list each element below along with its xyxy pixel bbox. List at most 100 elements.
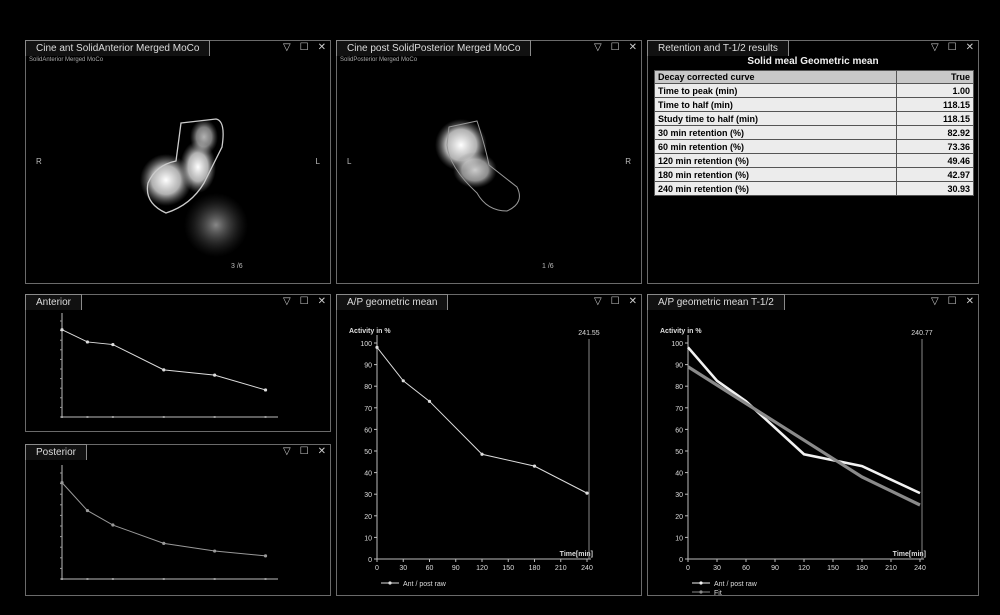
ap-t12-tab[interactable]: A/P geometric mean T-1/2 [647,294,785,310]
data-point [162,541,166,545]
y-tick-label: 50 [675,449,683,456]
data-point [60,481,64,485]
series-line [687,346,921,495]
maximize-icon[interactable]: ☐ [300,446,309,458]
maximize-icon[interactable]: ☐ [611,42,620,54]
row-value: 1.00 [896,83,974,98]
posterior-tab[interactable]: Posterior [25,444,88,460]
data-point [401,379,405,383]
x-tick-label: 120 [798,565,810,572]
row-label: 30 min retention (%) [653,125,898,140]
maximize-icon[interactable]: ☐ [300,42,309,54]
y-axis-label: Activity in % [660,328,702,335]
close-icon[interactable]: ✕ [966,296,974,308]
dropdown-arrow-icon[interactable]: ▽ [283,446,291,458]
y-tick-label: 20 [364,514,372,521]
close-icon[interactable]: ✕ [318,42,326,54]
data-point [111,342,115,347]
close-icon[interactable]: ✕ [629,296,637,308]
y-tick-label: 20 [675,514,683,521]
results-tab[interactable]: Retention and T-1/2 results [647,40,789,56]
anterior-chart[interactable] [26,309,330,431]
time-cursor-label: 241.55 [578,330,600,337]
anterior-tab[interactable]: Anterior [25,294,83,310]
table-row: 30 min retention (%) 82.92 [653,125,974,140]
close-icon[interactable]: ✕ [629,42,637,54]
results-title: Retention and T-1/2 results [658,43,778,54]
dropdown-arrow-icon[interactable]: ▽ [594,296,602,308]
x-tick-label: 60 [426,565,434,572]
x-tick-label: 0 [686,565,690,572]
dropdown-arrow-icon[interactable]: ▽ [283,296,291,308]
dropdown-arrow-icon[interactable]: ▽ [931,42,939,54]
cine-post-image[interactable]: SolidPosterior Merged MoCo L R 1 /6 [337,55,641,283]
posterior-chart[interactable] [26,459,330,595]
row-value: 118.15 [896,111,974,126]
x-tick [213,578,216,580]
time-cursor-label: 240.77 [911,330,933,337]
row-value: 42.97 [896,167,974,182]
row-label: Time to peak (min) [653,83,898,98]
table-row: Study time to half (min) 118.15 [653,111,974,126]
ap-t12-title: A/P geometric mean T-1/2 [658,297,774,308]
x-tick [264,578,267,580]
maximize-icon[interactable]: ☐ [948,42,957,54]
cine-post-title: Cine post SolidPosterior Merged MoCo [347,43,521,54]
y-tick-label: 70 [675,406,683,413]
close-icon[interactable]: ✕ [966,42,974,54]
data-point [213,549,217,553]
ap-t12-chart[interactable]: 0 10 20 30 40 50 60 70 80 90 100 0 30 60 90 120 150 180 21… [648,309,978,595]
y-tick-label: 0 [368,557,372,564]
maximize-icon[interactable]: ☐ [611,296,620,308]
x-tick-label: 240 [581,565,593,572]
legend-marker [699,590,703,594]
x-tick [213,416,216,418]
x-tick-label: 120 [476,565,488,572]
close-icon[interactable]: ✕ [318,446,326,458]
x-tick [86,578,89,580]
series-line [376,347,588,494]
ap-mean-tab[interactable]: A/P geometric mean [336,294,449,310]
data-point [585,491,589,495]
x-tick [264,416,267,418]
y-tick-label: 60 [675,427,683,434]
table-row: Time to half (min) 118.15 [653,97,974,112]
x-tick-label: 180 [856,565,868,572]
data-point [480,452,484,456]
maximize-icon[interactable]: ☐ [948,296,957,308]
row-label: 120 min retention (%) [653,153,898,168]
series-line [61,329,266,391]
x-tick [111,416,114,418]
x-tick-label: 0 [375,565,379,572]
maximize-icon[interactable]: ☐ [300,296,309,308]
ap-mean-chart[interactable]: 0 10 20 30 40 50 60 70 80 90 100 0 30 60 90 120 150 180 21… [337,309,641,595]
ap-mean-panel: A/P geometric mean ▽ ☐ ✕ 0 10 20 30 40 50 60 70 80… [336,294,642,596]
cine-ant-image[interactable]: SolidAnterior Merged MoCo R L 3 /6 [26,55,330,283]
results-heading: Solid meal Geometric mean [747,56,879,67]
legend-label: Fit [714,590,722,595]
y-tick-label: 50 [364,449,372,456]
header-label: Decay corrected curve [653,70,898,84]
x-tick-label: 90 [771,565,779,572]
x-tick-label: 210 [555,565,567,572]
y-tick-label: 40 [675,471,683,478]
stomach-scan-posterior [435,119,520,212]
close-icon[interactable]: ✕ [318,296,326,308]
cine-ant-tab[interactable]: Cine ant SolidAnterior Merged MoCo [25,40,211,56]
y-tick-label: 80 [675,384,683,391]
cine-post-tab[interactable]: Cine post SolidPosterior Merged MoCo [336,40,532,56]
dropdown-arrow-icon[interactable]: ▽ [931,296,939,308]
cine-ant-panel: Cine ant SolidAnterior Merged MoCo ▽ ☐ ✕ S… [25,40,331,284]
x-tick-label: 30 [713,565,721,572]
y-tick-label: 80 [364,384,372,391]
table-row: 60 min retention (%) 73.36 [653,139,974,154]
anterior-panel: Anterior ▽ ☐ ✕ [25,294,331,432]
data-point [85,340,90,344]
row-label: 180 min retention (%) [653,167,898,182]
dropdown-arrow-icon[interactable]: ▽ [594,42,602,54]
x-tick-label: 150 [502,565,514,572]
cine-ant-title: Cine ant SolidAnterior Merged MoCo [36,43,200,54]
data-point [427,399,432,403]
dropdown-arrow-icon[interactable]: ▽ [283,42,291,54]
data-point [111,523,115,527]
